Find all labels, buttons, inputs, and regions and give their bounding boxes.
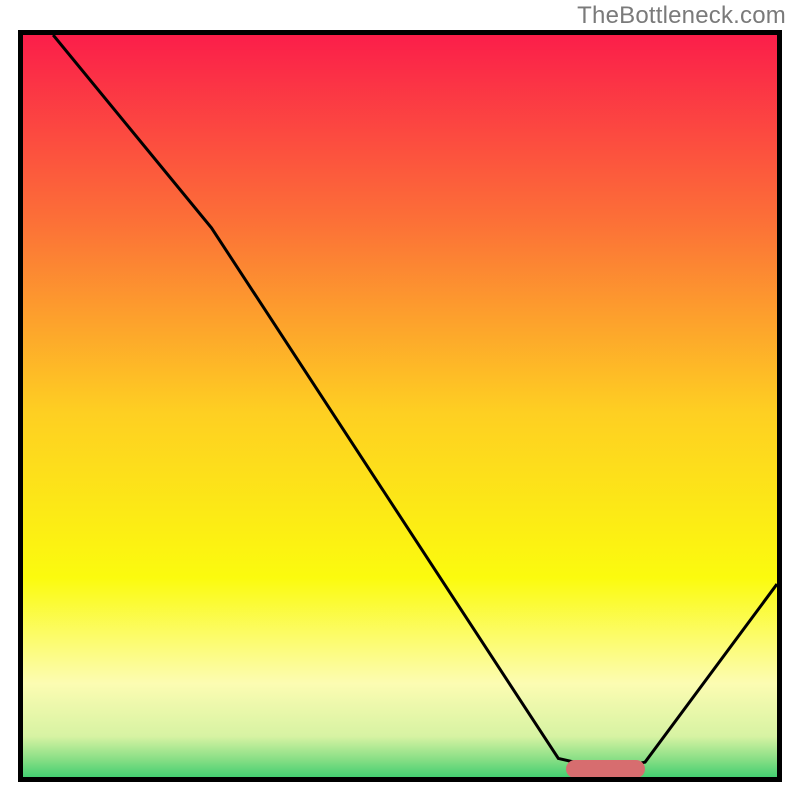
watermark-text: TheBottleneck.com — [577, 2, 786, 30]
curve-path — [53, 35, 777, 770]
optimal-marker — [566, 760, 645, 778]
chart-container: TheBottleneck.com — [0, 0, 800, 800]
plot-frame — [18, 30, 782, 782]
data-curve — [23, 35, 777, 777]
